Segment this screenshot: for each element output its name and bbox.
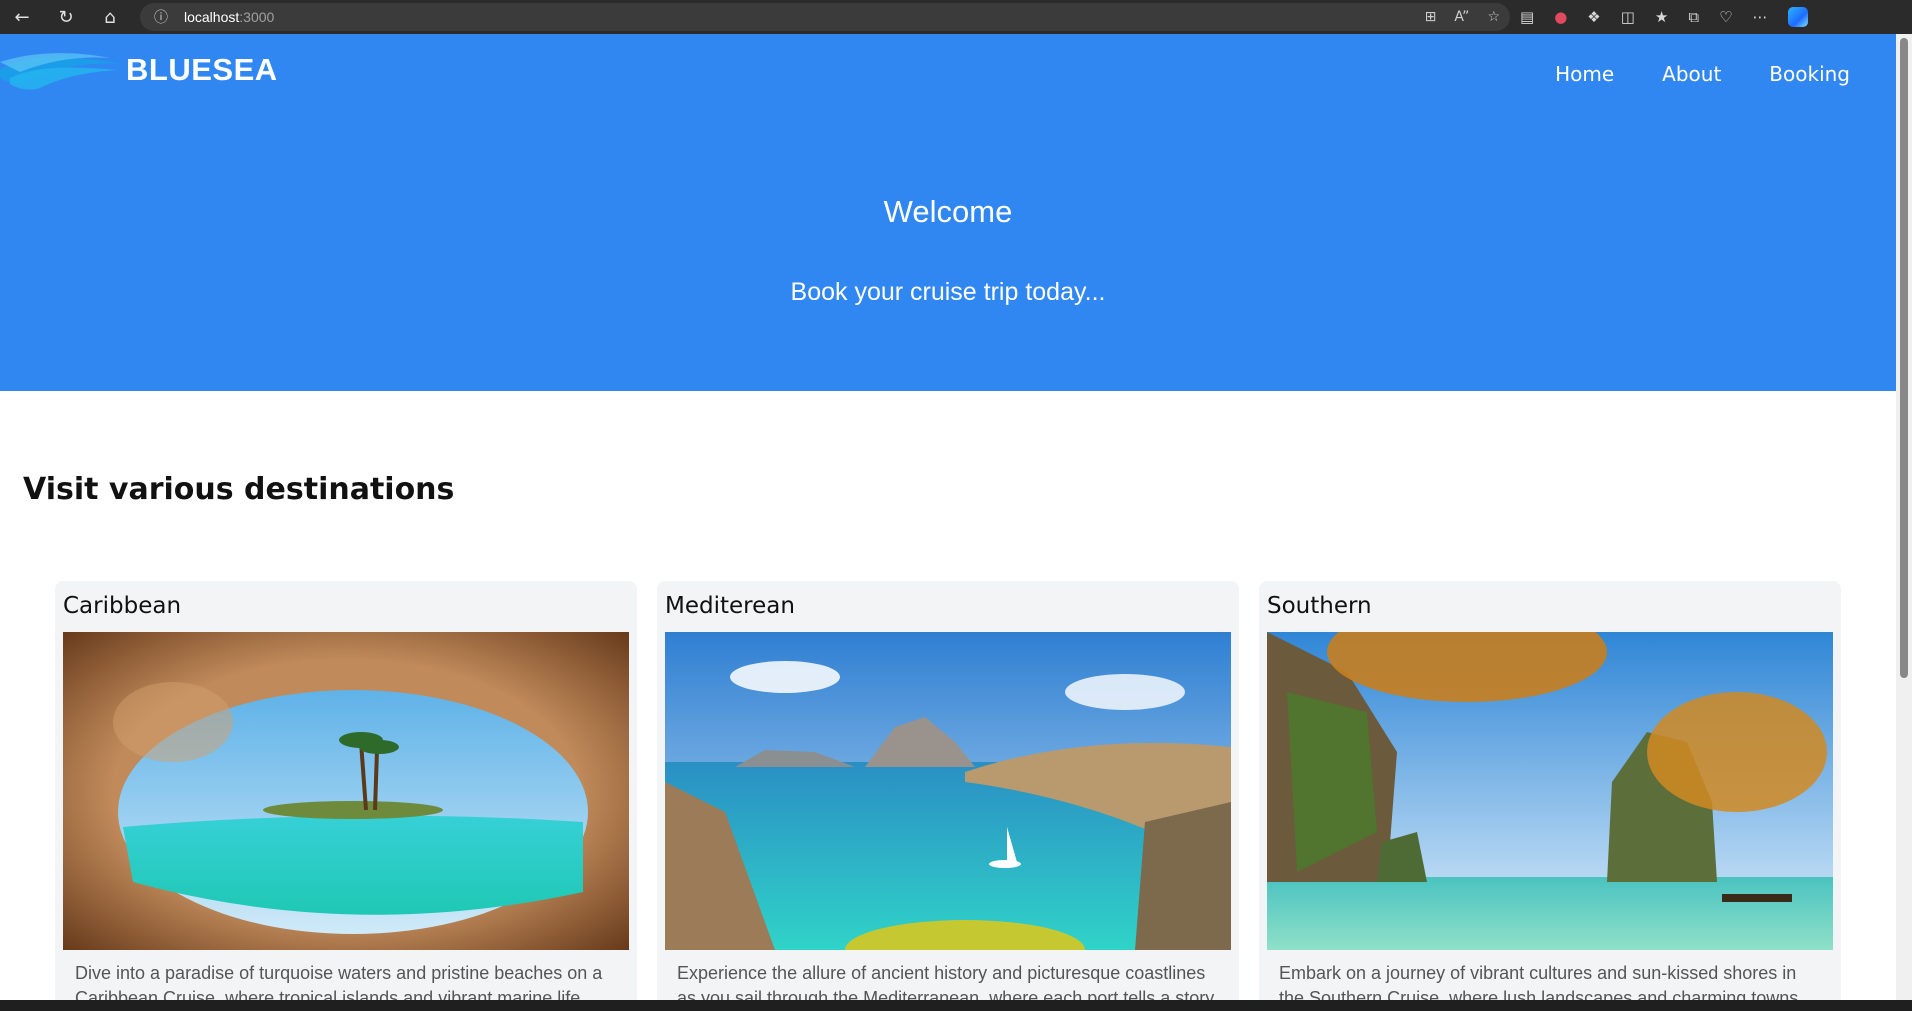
main-nav: Home About Booking	[1555, 62, 1850, 86]
nav-home-link[interactable]: Home	[1555, 62, 1614, 86]
back-icon[interactable]: ←	[0, 0, 44, 34]
refresh-icon[interactable]: ↻	[44, 0, 88, 34]
page-viewport: BLUESEA Home About Booking Welcome Book …	[0, 34, 1896, 1000]
info-icon[interactable]: ⓘ	[154, 7, 184, 27]
browser-toolbar: ← ↻ ⌂ ⓘ localhost:3000 ⊞ A” ☆ ▤ ● ❖ ◫ ★ …	[0, 0, 1912, 34]
address-bar[interactable]: ⓘ localhost:3000 ⊞ A” ☆	[140, 3, 1510, 31]
wave-logo-icon	[0, 53, 124, 90]
read-aloud-icon[interactable]: A”	[1454, 9, 1469, 25]
browser-essentials-icon[interactable]: ♡	[1719, 8, 1732, 26]
destinations-heading: Visit various destinations	[23, 472, 455, 507]
url-host: localhost	[184, 9, 240, 25]
favorite-star-icon[interactable]: ☆	[1487, 9, 1500, 25]
favorites-icon[interactable]: ★	[1655, 8, 1668, 26]
scrollbar-thumb[interactable]	[1900, 38, 1908, 678]
card-description: Experience the allure of ancient history…	[677, 963, 1215, 1000]
destination-card-mediterranean[interactable]: Mediterean Experience the allure of anci…	[657, 581, 1239, 1000]
card-description: Embark on a journey of vibrant cultures …	[1279, 963, 1799, 1000]
taskbar-strip	[0, 1000, 1912, 1011]
caribbean-cave-island-image	[63, 632, 629, 950]
mediterranean-bay-image	[665, 632, 1231, 950]
logo-text: BLUESEA	[126, 52, 278, 87]
destination-card-southern[interactable]: Southern Embark on a journey of vibrant …	[1259, 581, 1841, 1000]
copilot-icon[interactable]	[1787, 7, 1808, 27]
southern-limestone-islands-image	[1267, 632, 1833, 950]
extension-icon[interactable]: ▤	[1520, 8, 1534, 26]
url-port: :3000	[239, 9, 275, 25]
destination-card-caribbean[interactable]: Caribbean Dive into a paradise of turquo…	[55, 581, 637, 1000]
app-available-icon[interactable]: ⊞	[1425, 9, 1437, 25]
home-icon[interactable]: ⌂	[88, 0, 132, 34]
puzzle-extensions-icon[interactable]: ❖	[1587, 8, 1600, 26]
nav-booking-link[interactable]: Booking	[1769, 62, 1850, 86]
card-title: Southern	[1267, 593, 1372, 619]
collections-icon[interactable]: ⧉	[1688, 8, 1699, 26]
more-menu-icon[interactable]: ⋯	[1753, 8, 1768, 26]
shield-extension-icon[interactable]: ●	[1554, 8, 1567, 26]
logo[interactable]: BLUESEA	[0, 48, 278, 92]
card-description: Dive into a paradise of turquoise waters…	[75, 963, 603, 1000]
card-title: Caribbean	[63, 593, 182, 619]
nav-about-link[interactable]: About	[1662, 62, 1721, 86]
card-title: Mediterean	[665, 593, 795, 619]
welcome-heading: Welcome	[883, 194, 1013, 229]
hero-tagline: Book your cruise trip today...	[790, 278, 1106, 306]
page-scrollbar[interactable]	[1896, 34, 1912, 1000]
split-screen-icon[interactable]: ◫	[1621, 8, 1635, 26]
hero-header: BLUESEA Home About Booking Welcome Book …	[0, 34, 1896, 391]
